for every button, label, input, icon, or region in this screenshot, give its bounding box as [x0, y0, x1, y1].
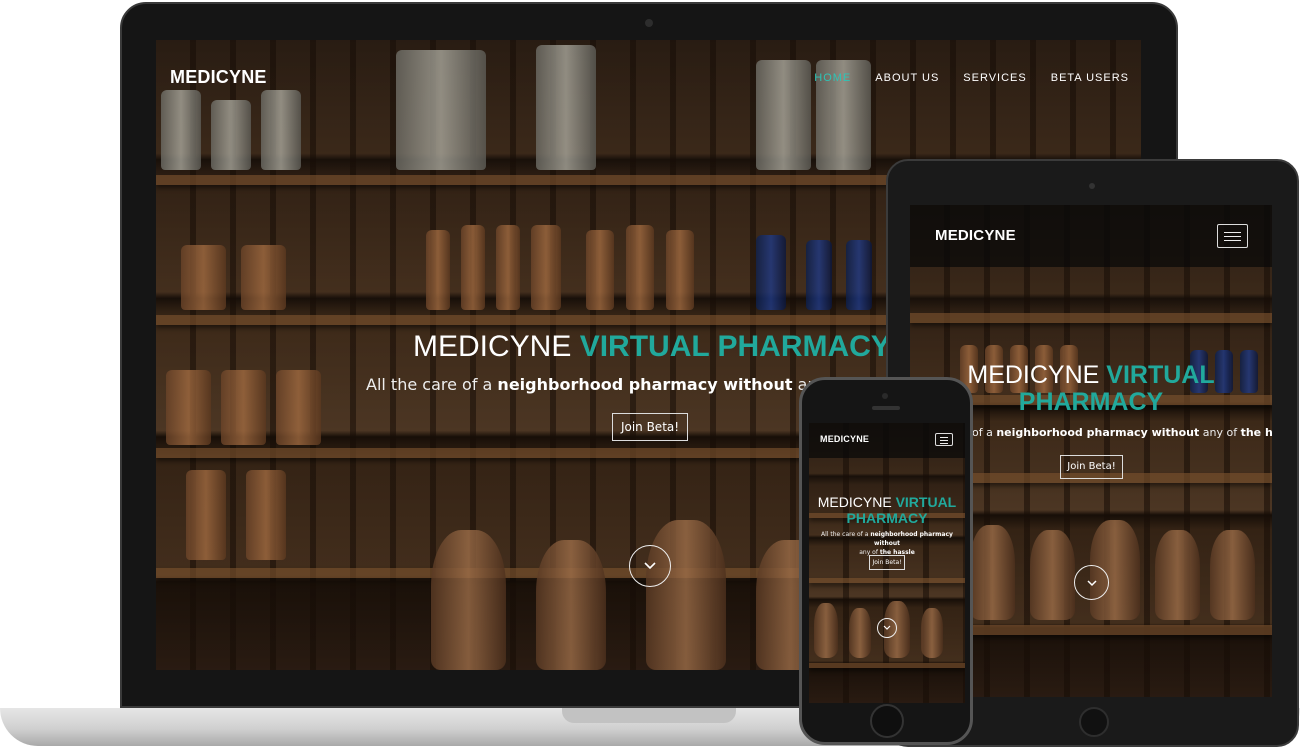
tablet-home-button[interactable] — [1079, 707, 1109, 737]
jar — [626, 225, 654, 310]
brand-logo[interactable]: MEDICYNE — [935, 227, 1016, 244]
jar — [426, 230, 450, 310]
menu-toggle-button[interactable] — [935, 433, 953, 446]
nav-services[interactable]: SERVICES — [963, 72, 1026, 84]
hero-title-accent: VIRTUAL PHARMACY — [579, 330, 891, 363]
jar — [1210, 530, 1255, 620]
jar — [461, 225, 485, 310]
jar — [756, 235, 786, 310]
scroll-down-button[interactable] — [877, 618, 897, 638]
nav-beta-users[interactable]: BETA USERS — [1051, 72, 1129, 84]
phone-screen: MEDICYNE MEDICYNE VIRTUAL PHARMACY All t… — [809, 423, 965, 703]
jar — [186, 470, 226, 560]
jar — [221, 370, 266, 445]
jar — [261, 90, 301, 170]
phone-home-button[interactable] — [870, 704, 904, 738]
brand-logo[interactable]: MEDICYNE — [170, 67, 267, 88]
jar — [536, 540, 606, 670]
shelf — [809, 663, 965, 668]
hero-subtitle: of a neighborhood pharmacy without any o… — [972, 426, 1272, 439]
jar — [846, 240, 872, 310]
nav-home[interactable]: HOME — [814, 72, 851, 84]
phone-speaker — [872, 406, 900, 410]
subtitle-text: All the care of a — [821, 531, 871, 538]
subtitle-bold: neighborhood pharmacy without — [497, 375, 793, 394]
jar — [246, 470, 286, 560]
subtitle-bold: neighborhood pharmacy without — [996, 426, 1200, 439]
jar — [586, 230, 614, 310]
join-beta-button[interactable]: Join Beta! — [869, 555, 905, 570]
nav-about-us[interactable]: ABOUT US — [875, 72, 939, 84]
hero-title: MEDICYNE VIRTUAL PHARMACY — [809, 494, 965, 526]
hero-subtitle: All the care of a neighborhood pharmacy … — [809, 530, 965, 557]
subtitle-bold: the hassle — [1240, 426, 1272, 439]
main-nav: HOME ABOUT US SERVICES BETA USERS — [790, 72, 1129, 84]
subtitle-text: All the care of a — [366, 375, 498, 394]
scroll-down-button[interactable] — [1074, 565, 1109, 600]
hero-title-plain: MEDICYNE — [413, 330, 572, 363]
hero-title-plain: MEDICYNE — [817, 494, 892, 510]
jar — [536, 45, 596, 170]
jar — [396, 50, 486, 170]
jar — [1030, 530, 1075, 620]
jar — [646, 520, 726, 670]
jar — [531, 225, 561, 310]
jar — [1155, 530, 1200, 620]
jar — [166, 370, 211, 445]
hero-title: MEDICYNE VIRTUAL PHARMACY — [413, 330, 891, 364]
shelf — [910, 313, 1272, 323]
jar — [276, 370, 321, 445]
tablet-camera — [1089, 183, 1095, 189]
jar — [181, 245, 226, 310]
jar — [241, 245, 286, 310]
jar — [806, 240, 832, 310]
brand-logo[interactable]: MEDICYNE — [820, 434, 869, 444]
hero-subtitle: All the care of a neighborhood pharmacy … — [366, 375, 818, 394]
jar — [970, 525, 1015, 620]
chevron-down-icon — [883, 625, 891, 630]
join-beta-button[interactable]: Join Beta! — [1060, 455, 1123, 479]
jar — [814, 603, 838, 658]
jar — [666, 230, 694, 310]
laptop-notch — [562, 708, 736, 723]
phone-camera — [882, 393, 888, 399]
shelf — [809, 578, 965, 583]
subtitle-text: of a — [972, 426, 997, 439]
subtitle-text: any of — [1199, 426, 1241, 439]
laptop-camera — [645, 19, 653, 27]
jar — [849, 608, 871, 658]
chevron-down-icon — [1086, 579, 1097, 586]
hero-title-plain: MEDICYNE — [967, 361, 1100, 389]
scroll-down-button[interactable] — [629, 545, 671, 587]
jar — [211, 100, 251, 170]
join-beta-button[interactable]: Join Beta! — [612, 413, 688, 441]
chevron-down-icon — [644, 562, 656, 570]
menu-toggle-button[interactable] — [1217, 224, 1248, 248]
jar — [431, 530, 506, 670]
jar — [921, 608, 943, 658]
jar — [496, 225, 520, 310]
jar — [161, 90, 201, 170]
subtitle-bold: neighborhood pharmacy without — [870, 531, 953, 547]
